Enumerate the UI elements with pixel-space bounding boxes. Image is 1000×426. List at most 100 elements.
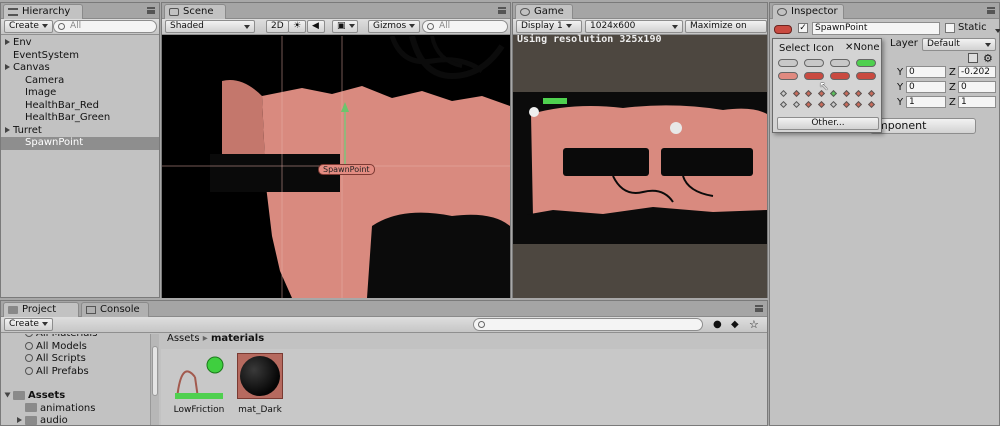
folder-label: audio <box>40 415 68 425</box>
panel-menu-icon[interactable] <box>755 305 763 312</box>
favorite-label: All Prefabs <box>36 365 89 377</box>
small-icon-option[interactable] <box>867 100 875 109</box>
spawnpoint-gizmo-label[interactable]: SpawnPoint <box>318 164 375 175</box>
active-checkbox[interactable]: ✓ <box>798 23 808 33</box>
assets-root-folder[interactable]: Assets <box>1 390 149 403</box>
hierarchy-item[interactable]: HealthBar_Green <box>1 112 159 125</box>
position-z-field[interactable]: -0.202 <box>958 66 996 78</box>
static-checkbox[interactable] <box>945 23 955 33</box>
label-icon-option[interactable] <box>856 59 876 67</box>
asset-item[interactable]: LowFriction <box>171 351 227 417</box>
filter-type-icon[interactable]: ● <box>713 319 722 330</box>
2d-toggle[interactable]: 2D <box>266 20 289 33</box>
hierarchy-item[interactable]: Env <box>1 37 159 50</box>
small-icon-option[interactable] <box>792 100 800 109</box>
game-viewport[interactable]: Using resolution 325x190 <box>513 34 767 298</box>
audio-toggle[interactable]: ◀ <box>307 20 325 33</box>
breadcrumb-root[interactable]: Assets <box>167 333 200 344</box>
asset-item[interactable]: mat_Dark <box>235 351 285 417</box>
small-icon-option[interactable] <box>842 100 850 109</box>
create-button[interactable]: Create <box>4 318 53 331</box>
project-search-input[interactable] <box>473 318 703 331</box>
small-icon-option[interactable] <box>804 89 813 98</box>
tab-scene[interactable]: Scene <box>164 4 226 19</box>
shading-mode-dropdown[interactable]: Shaded <box>165 20 255 33</box>
object-name-field[interactable]: SpawnPoint <box>812 22 940 35</box>
create-button[interactable]: Create <box>4 20 53 33</box>
hierarchy-item[interactable]: EventSystem <box>1 50 159 63</box>
static-dropdown[interactable] <box>992 26 1000 37</box>
hierarchy-item[interactable]: HealthBar_Red <box>1 100 159 113</box>
add-component-label: mponent <box>877 119 927 132</box>
gizmos-dropdown[interactable]: Gizmos <box>368 20 421 33</box>
position-y-field[interactable]: 0 <box>906 66 946 78</box>
small-icon-option[interactable] <box>779 89 788 98</box>
small-icon-option[interactable] <box>817 100 825 109</box>
small-icon-option[interactable] <box>804 100 813 109</box>
tab-console[interactable]: Console <box>81 302 149 317</box>
small-icon-option[interactable] <box>829 89 838 98</box>
asset-folder-item[interactable]: animations <box>1 403 149 416</box>
expand-arrow-icon[interactable] <box>5 126 10 133</box>
effects-dropdown[interactable]: ▣ <box>332 20 358 33</box>
panel-menu-icon[interactable] <box>498 7 506 14</box>
asset-name: mat_Dark <box>238 405 282 415</box>
favorite-star-icon[interactable]: ☆ <box>749 318 759 331</box>
label-icon-option[interactable] <box>830 59 850 67</box>
scale-y-field[interactable]: 1 <box>906 96 946 108</box>
favorite-item[interactable]: All Models <box>1 341 149 354</box>
hierarchy-item[interactable]: SpawnPoint <box>1 137 159 150</box>
display-dropdown[interactable]: Display 1 <box>516 20 582 33</box>
scene-viewport[interactable]: SpawnPoint <box>162 36 510 298</box>
label-icon-option[interactable] <box>830 72 850 80</box>
layer-dropdown[interactable]: Default <box>922 38 996 51</box>
label-icon-option[interactable] <box>804 59 824 67</box>
tree-scrollbar[interactable] <box>150 334 159 425</box>
small-icon-option[interactable] <box>829 100 838 109</box>
rotation-y-field[interactable]: 0 <box>906 81 946 93</box>
resolution-dropdown[interactable]: 1024x600 <box>585 20 683 33</box>
tab-hierarchy[interactable]: Hierarchy <box>3 4 83 19</box>
gear-icon[interactable]: ⚙ <box>983 52 993 65</box>
other-button[interactable]: Other... <box>777 117 879 130</box>
icon-selector-button[interactable] <box>774 25 792 34</box>
maximize-on-play-toggle[interactable]: Maximize on <box>685 20 767 33</box>
expand-arrow-icon[interactable] <box>17 417 22 423</box>
tab-label: Hierarchy <box>22 6 71 17</box>
hierarchy-item[interactable]: Image <box>1 87 159 100</box>
scene-search-input[interactable]: All <box>422 20 508 33</box>
label-icon-option[interactable] <box>856 72 876 80</box>
small-icon-option[interactable] <box>842 89 850 98</box>
tab-inspector[interactable]: Inspector <box>772 4 844 19</box>
scrollbar-thumb[interactable] <box>152 346 158 396</box>
tab-game[interactable]: Game <box>515 4 573 19</box>
hierarchy-item[interactable]: Camera <box>1 75 159 88</box>
small-icon-option[interactable] <box>867 89 875 98</box>
expand-arrow-icon[interactable] <box>4 392 11 398</box>
small-icon-option[interactable] <box>854 100 863 109</box>
component-settings-icon[interactable] <box>968 53 978 63</box>
hierarchy-search-input[interactable]: All <box>53 20 157 33</box>
lighting-toggle[interactable]: ☀ <box>288 20 306 33</box>
expand-arrow-icon[interactable] <box>5 39 10 45</box>
filter-label-icon[interactable]: ◆ <box>731 319 739 330</box>
add-component-button[interactable]: mponent <box>870 118 976 134</box>
chevron-down-icon <box>41 321 48 326</box>
panel-menu-icon[interactable] <box>987 7 995 14</box>
small-icon-option[interactable] <box>792 89 800 98</box>
favorite-item[interactable]: All Scripts <box>1 353 149 366</box>
asset-folder-item[interactable]: audio <box>1 415 149 425</box>
rotation-z-field[interactable]: 0 <box>958 81 996 93</box>
favorite-item[interactable]: All Prefabs <box>1 366 149 379</box>
tab-project[interactable]: Project <box>3 302 79 317</box>
panel-menu-icon[interactable] <box>147 7 155 14</box>
none-button[interactable]: ✕None <box>845 42 879 53</box>
expand-arrow-icon[interactable] <box>5 64 10 70</box>
small-icon-option[interactable] <box>854 89 863 98</box>
hierarchy-item[interactable]: Turret <box>1 125 159 138</box>
small-icon-option[interactable] <box>779 100 788 109</box>
label-icon-option[interactable] <box>778 59 798 67</box>
hierarchy-item[interactable]: Canvas <box>1 62 159 75</box>
label-icon-option[interactable] <box>778 72 798 80</box>
scale-z-field[interactable]: 1 <box>958 96 996 108</box>
